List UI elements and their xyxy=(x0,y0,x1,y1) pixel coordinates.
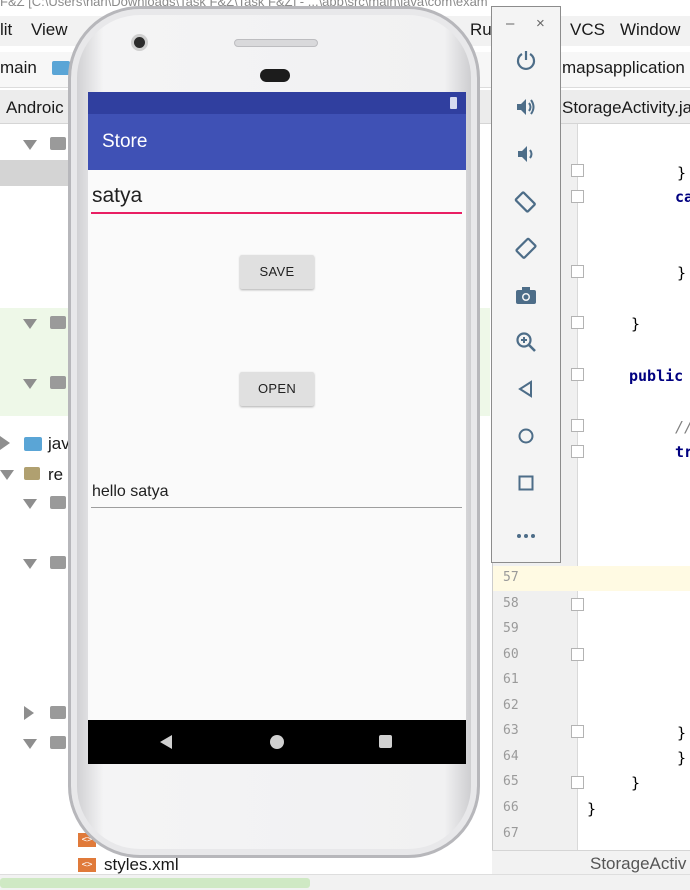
line-number: 63 xyxy=(503,723,519,738)
emulator-toolbar: – × xyxy=(491,6,561,563)
line-number: 62 xyxy=(503,698,519,713)
app-toolbar: Store xyxy=(88,114,466,170)
line-number: 60 xyxy=(503,647,519,662)
zoom-icon[interactable] xyxy=(511,331,541,361)
java-folder-icon xyxy=(24,437,42,451)
folder-icon xyxy=(50,137,66,150)
fold-marker-icon[interactable] xyxy=(571,265,584,278)
expand-arrow-icon[interactable] xyxy=(23,140,37,150)
fold-marker-icon[interactable] xyxy=(571,598,584,611)
fold-marker-icon[interactable] xyxy=(571,648,584,661)
menu-window[interactable]: Window xyxy=(620,20,680,40)
code-comment: // xyxy=(675,418,690,436)
folder-icon xyxy=(50,556,66,569)
status-bar xyxy=(88,92,466,114)
home-icon[interactable] xyxy=(511,425,541,455)
collapse-arrow-icon[interactable] xyxy=(24,706,34,720)
tree-item-res[interactable]: re xyxy=(48,465,63,485)
battery-icon xyxy=(450,97,457,109)
code-keyword-try: tr xyxy=(675,443,690,461)
line-number: 64 xyxy=(503,749,519,764)
volume-up-icon[interactable] xyxy=(511,96,541,126)
fold-marker-icon[interactable] xyxy=(571,190,584,203)
fold-marker-icon[interactable] xyxy=(571,725,584,738)
rotate-right-icon[interactable] xyxy=(511,237,541,267)
minimize-button[interactable]: – xyxy=(506,15,514,32)
folder-icon xyxy=(50,496,66,509)
fold-marker-icon[interactable] xyxy=(571,368,584,381)
code-token: } xyxy=(677,749,687,767)
fold-marker-icon[interactable] xyxy=(571,776,584,789)
power-icon[interactable] xyxy=(511,49,541,79)
menu-vcs[interactable]: VCS xyxy=(570,20,605,40)
folder-icon xyxy=(50,736,66,749)
folder-icon xyxy=(50,376,66,389)
android-navigation-bar xyxy=(88,720,466,764)
expand-arrow-icon[interactable] xyxy=(0,470,14,480)
expand-arrow-icon[interactable] xyxy=(23,559,37,569)
overview-icon[interactable] xyxy=(511,472,541,502)
xml-file-icon: <> xyxy=(78,858,96,872)
line-number: 59 xyxy=(503,621,519,636)
close-button[interactable]: × xyxy=(536,15,545,32)
nav-home-icon[interactable] xyxy=(270,735,284,749)
breadcrumb-main[interactable]: main xyxy=(0,58,37,78)
output-text: hello satya xyxy=(92,483,169,500)
line-number: 61 xyxy=(503,672,519,687)
menu-view[interactable]: View xyxy=(31,20,68,40)
expand-arrow-icon[interactable] xyxy=(23,739,37,749)
expand-arrow-icon[interactable] xyxy=(23,499,37,509)
code-token: } xyxy=(677,724,687,742)
expand-arrow-icon[interactable] xyxy=(23,319,37,329)
scrollbar-thumb[interactable] xyxy=(0,878,310,888)
fold-marker-icon[interactable] xyxy=(571,316,584,329)
folder-icon xyxy=(50,316,66,329)
res-folder-icon xyxy=(24,467,40,480)
horizontal-scrollbar[interactable] xyxy=(0,874,690,890)
rotate-left-icon[interactable] xyxy=(511,190,541,220)
device-screen[interactable]: Store satya SAVE OPEN hello satya xyxy=(88,92,466,764)
fold-marker-icon[interactable] xyxy=(571,419,584,432)
input-value[interactable]: satya xyxy=(92,184,142,208)
output-text-view: hello satya xyxy=(91,482,462,508)
open-button[interactable]: OPEN xyxy=(240,372,314,406)
nav-back-icon[interactable] xyxy=(160,735,172,749)
save-button[interactable]: SAVE xyxy=(240,255,314,289)
footer-class-label[interactable]: StorageActiv xyxy=(590,854,686,874)
code-token: } xyxy=(631,774,641,792)
app-title: Store xyxy=(102,131,148,152)
folder-icon xyxy=(50,706,66,719)
code-token: } xyxy=(631,315,641,333)
emulator-phone-frame: Store satya SAVE OPEN hello satya xyxy=(68,6,480,858)
code-token: } xyxy=(587,800,597,818)
fold-marker-icon[interactable] xyxy=(571,445,584,458)
front-camera-icon xyxy=(131,34,148,51)
line-number: 66 xyxy=(503,800,519,815)
line-number: 67 xyxy=(503,826,519,841)
menu-edit[interactable]: lit xyxy=(0,20,12,40)
expand-arrow-icon[interactable] xyxy=(23,379,37,389)
line-number: 58 xyxy=(503,596,519,611)
code-token: } xyxy=(677,164,687,182)
back-icon[interactable] xyxy=(511,378,541,408)
line-number: 57 xyxy=(503,570,519,585)
text-input-field[interactable]: satya xyxy=(91,184,462,214)
more-icon[interactable] xyxy=(511,519,541,549)
tree-item-styles-xml[interactable]: styles.xml xyxy=(104,855,179,875)
volume-down-icon[interactable] xyxy=(511,143,541,173)
tab-storage-activity[interactable]: StorageActivity.java xyxy=(562,98,690,118)
code-keyword-public: public xyxy=(629,367,684,385)
breadcrumb-module[interactable]: mapsapplication xyxy=(562,58,685,78)
collapse-arrow-icon[interactable] xyxy=(0,436,10,450)
camera-icon[interactable] xyxy=(511,284,541,314)
earpiece-speaker xyxy=(234,39,318,47)
nav-recents-icon[interactable] xyxy=(379,735,392,748)
code-token: } xyxy=(677,264,687,282)
code-token: ca xyxy=(675,188,690,206)
line-number: 65 xyxy=(503,774,519,789)
tab-android-project[interactable]: Androic xyxy=(6,98,64,118)
proximity-sensor xyxy=(260,69,290,82)
fold-marker-icon[interactable] xyxy=(571,164,584,177)
